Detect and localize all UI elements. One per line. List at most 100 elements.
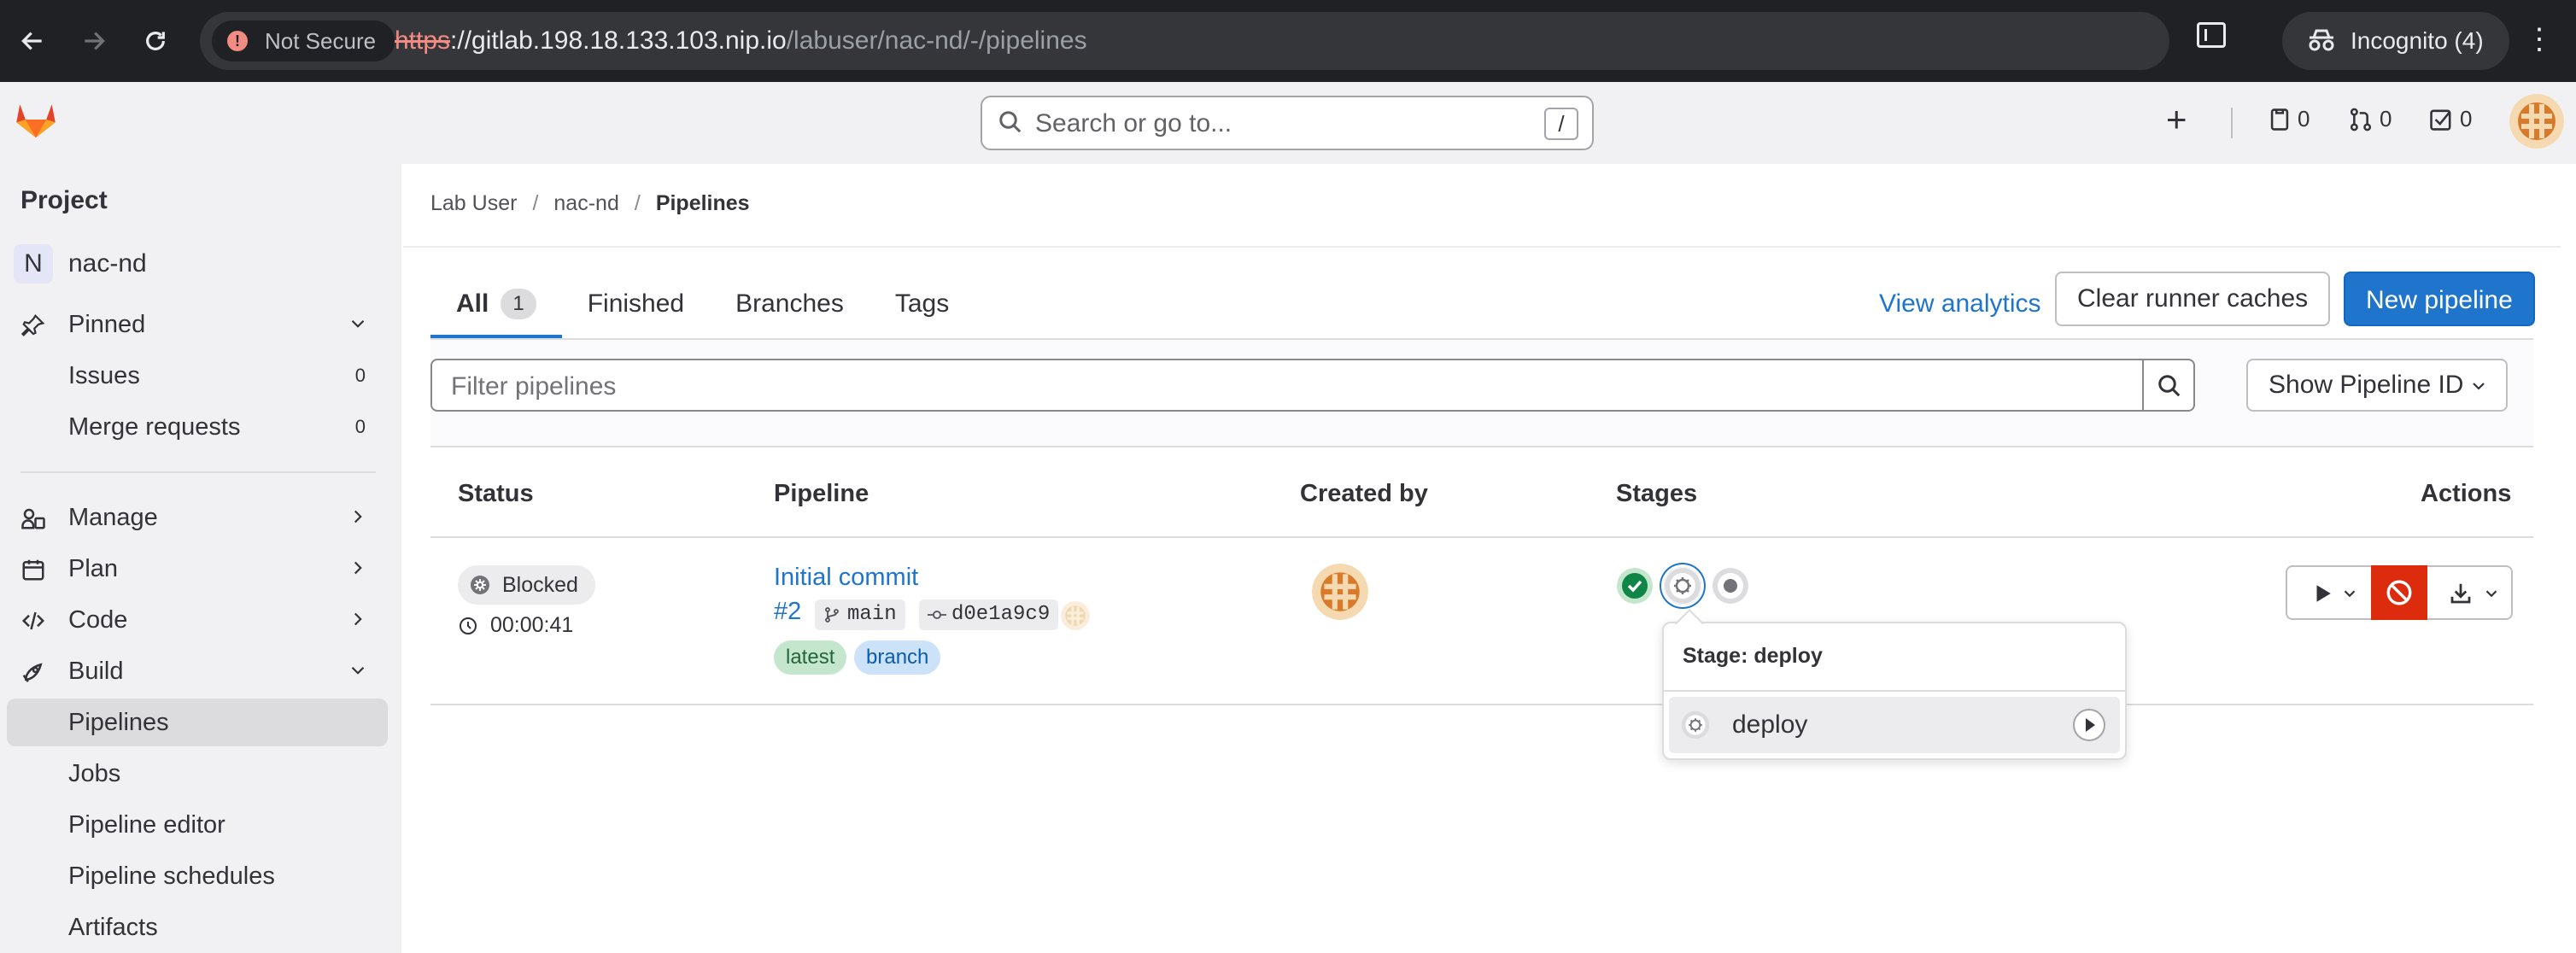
sidebar-item-pipeline-editor[interactable]: Pipeline editor xyxy=(7,801,388,849)
show-pipeline-id-dropdown[interactable]: Show Pipeline ID xyxy=(2246,359,2508,412)
commit-author-avatar[interactable] xyxy=(1061,601,1090,630)
pipeline-id-link[interactable]: #2 xyxy=(774,598,801,626)
column-header-status: Status xyxy=(458,480,534,507)
tab-branches[interactable]: Branches xyxy=(710,270,869,338)
sidebar-item-jobs[interactable]: Jobs xyxy=(7,750,388,798)
sidebar-item-pipeline-schedules[interactable]: Pipeline schedules xyxy=(7,852,388,900)
commit-sha: d0e1a9c9 xyxy=(951,603,1051,626)
view-analytics-link[interactable]: View analytics xyxy=(1879,284,2041,324)
commit-icon xyxy=(928,611,946,619)
sidebar-project-link[interactable]: N nac-nd xyxy=(14,244,147,284)
todos-count: 0 xyxy=(2460,106,2473,132)
clear-runner-caches-button[interactable]: Clear runner caches xyxy=(2055,272,2331,326)
user-avatar[interactable] xyxy=(2509,94,2564,149)
run-manual-job-dropdown[interactable] xyxy=(2287,567,2371,618)
sidebar-item-pinned[interactable]: Pinned xyxy=(7,301,388,348)
issues-counter-button[interactable]: 0 xyxy=(2269,106,2310,132)
merge-request-icon xyxy=(2350,108,2372,131)
search-icon xyxy=(2158,375,2181,397)
column-header-stages: Stages xyxy=(1616,480,1698,507)
sidebar-item-label: Issues xyxy=(68,361,140,389)
breadcrumb-item[interactable]: Lab User xyxy=(430,191,517,216)
sidebar-item-label: Pipelines xyxy=(68,708,169,736)
tab-finished[interactable]: Finished xyxy=(562,270,710,338)
calendar-icon xyxy=(22,559,44,581)
sidebar-item-pipelines[interactable]: Pipelines xyxy=(7,699,388,746)
sidebar-item-plan[interactable]: Plan xyxy=(7,545,388,593)
stage-success-check-icon[interactable] xyxy=(1616,567,1654,605)
stage-created-icon[interactable] xyxy=(1712,567,1749,605)
new-pipeline-button[interactable]: New pipeline xyxy=(2344,272,2535,326)
breadcrumb-item[interactable]: nac-nd xyxy=(553,191,618,216)
divider xyxy=(430,536,2533,538)
gear-icon xyxy=(1681,710,1710,740)
sidebar-item-merge-requests[interactable]: Merge requests 0 xyxy=(7,403,388,451)
merge-requests-counter-button[interactable]: 0 xyxy=(2349,106,2392,132)
gear-icon xyxy=(471,576,489,594)
stage-manual-gear-icon[interactable] xyxy=(1664,567,1701,605)
tab-tags[interactable]: Tags xyxy=(869,270,975,338)
reading-list-icon[interactable] xyxy=(2197,22,2226,48)
sidebar-item-label: Pinned xyxy=(68,310,146,338)
sidebar-item-build[interactable]: Build xyxy=(7,647,388,695)
sidebar-item-label: Pipeline schedules xyxy=(68,862,275,890)
browser-menu-icon[interactable]: ⋮ xyxy=(2525,22,2554,56)
global-search-input[interactable]: Search or go to... / xyxy=(981,96,1594,150)
commit-title-link[interactable]: Initial commit xyxy=(774,564,918,592)
pipeline-actions-group xyxy=(2286,565,2513,620)
sidebar-item-label: Manage xyxy=(68,503,158,531)
users-icon xyxy=(21,508,45,529)
url-text: https://gitlab.198.18.133.103.nip.io/lab… xyxy=(395,26,1087,56)
filter-pipelines-input[interactable]: Filter pipelines xyxy=(430,359,2144,412)
issues-icon xyxy=(2270,108,2289,131)
issues-count: 0 xyxy=(2298,106,2310,132)
created-by-avatar[interactable] xyxy=(1312,564,1368,620)
address-bar[interactable]: ! Not Secure https://gitlab.198.18.133.1… xyxy=(200,12,2337,70)
gitlab-topbar: Search or go to... / + 0 0 0 xyxy=(0,82,2576,164)
sidebar-item-code[interactable]: Code xyxy=(7,596,388,644)
sidebar-item-label: Jobs xyxy=(68,759,121,787)
cancel-pipeline-button[interactable] xyxy=(2371,565,2427,620)
sidebar-section-title: Project xyxy=(20,186,108,214)
pipeline-duration: 00:00:41 xyxy=(458,613,573,638)
incognito-indicator[interactable]: Incognito (4) xyxy=(2282,12,2509,70)
branch-ref-chip[interactable]: main xyxy=(815,599,905,630)
tab-label: Branches xyxy=(735,289,844,318)
todos-counter-button[interactable]: 0 xyxy=(2429,106,2472,132)
security-chip[interactable]: ! Not Secure xyxy=(212,20,395,61)
filter-search-button[interactable] xyxy=(2142,359,2195,412)
job-name: deploy xyxy=(1732,710,1808,739)
sidebar-divider xyxy=(20,471,376,473)
status-badge[interactable]: Blocked xyxy=(458,565,595,605)
search-placeholder: Search or go to... xyxy=(1035,109,1232,137)
chevron-down-icon xyxy=(351,666,365,675)
gitlab-logo-icon[interactable] xyxy=(14,97,58,142)
divider xyxy=(403,246,2561,248)
warning-icon: ! xyxy=(227,31,248,51)
reload-icon[interactable] xyxy=(132,17,179,65)
job-item-deploy[interactable]: deploy xyxy=(1669,697,2120,753)
commit-sha-chip[interactable]: d0e1a9c9 xyxy=(919,599,1059,630)
forward-arrow-icon[interactable] xyxy=(70,17,118,65)
play-icon[interactable] xyxy=(2072,708,2106,742)
incognito-icon xyxy=(2309,29,2334,51)
tab-all[interactable]: All 1 xyxy=(430,270,562,338)
incognito-label: Incognito (4) xyxy=(2351,27,2484,54)
breadcrumb-current[interactable]: Pipelines xyxy=(656,191,750,216)
sidebar-item-manage[interactable]: Manage xyxy=(7,494,388,541)
back-arrow-icon[interactable] xyxy=(9,17,56,65)
sidebar-item-artifacts[interactable]: Artifacts xyxy=(7,903,388,951)
sidebar-item-label: Artifacts xyxy=(68,913,158,941)
sidebar-item-label: Code xyxy=(68,605,128,634)
create-new-icon[interactable]: + xyxy=(2166,101,2187,138)
project-name: nac-nd xyxy=(68,249,147,278)
tab-count-badge: 1 xyxy=(501,289,536,319)
browser-toolbar: ! Not Secure https://gitlab.198.18.133.1… xyxy=(0,0,2576,82)
download-artifacts-dropdown[interactable] xyxy=(2427,567,2513,618)
clock-icon xyxy=(460,617,477,634)
main-content: Lab User / nac-nd / Pipelines All 1 Fini… xyxy=(403,164,2561,953)
tab-label: All xyxy=(456,289,489,318)
column-header-created-by: Created by xyxy=(1300,480,1428,507)
sidebar-item-issues[interactable]: Issues 0 xyxy=(7,352,388,400)
url-path: /labuser/nac-nd/-/pipelines xyxy=(786,26,1087,55)
